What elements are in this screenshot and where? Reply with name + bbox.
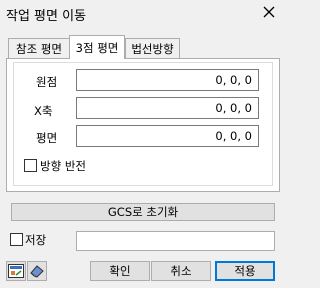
cancel-button[interactable]: 취소 [151,261,211,281]
tab-three-point-plane[interactable]: 3점 평면 [69,35,125,59]
origin-label: 원점 [36,75,58,89]
tab-label: 참조 평면 [16,41,62,56]
ok-button[interactable]: 확인 [90,261,150,281]
x-axis-label: X축 [34,104,53,118]
eraser-icon [30,265,44,278]
save-label: 저장 [25,233,47,247]
eraser-button[interactable] [27,261,47,281]
ucs-icon [8,264,24,278]
tab-reference-plane[interactable]: 참조 평면 [8,38,70,58]
apply-button[interactable]: 적용 [215,261,275,281]
reverse-direction-label: 방향 반전 [40,159,86,173]
close-button[interactable] [259,2,279,22]
reverse-direction-checkbox[interactable] [24,159,37,172]
save-name-input[interactable] [76,231,275,251]
tab-normal-direction[interactable]: 법선방향 [125,38,180,58]
apply-label: 적용 [234,264,256,278]
plane-field[interactable]: 0, 0, 0 [76,125,259,147]
x-axis-field[interactable]: 0, 0, 0 [76,97,259,119]
plane-label: 평면 [36,131,58,145]
origin-field[interactable]: 0, 0, 0 [76,69,259,91]
cancel-label: 취소 [170,264,192,278]
reset-gcs-button[interactable]: GCS로 초기화 [11,203,275,221]
tab-label: 3점 평면 [75,40,119,55]
close-icon [263,6,275,18]
save-checkbox[interactable] [10,233,23,246]
ok-label: 확인 [109,264,131,278]
reset-gcs-label: GCS로 초기화 [107,205,179,219]
ucs-button[interactable] [6,261,26,281]
window-title: 작업 평면 이동 [6,9,87,24]
tab-label: 법선방향 [131,41,174,56]
